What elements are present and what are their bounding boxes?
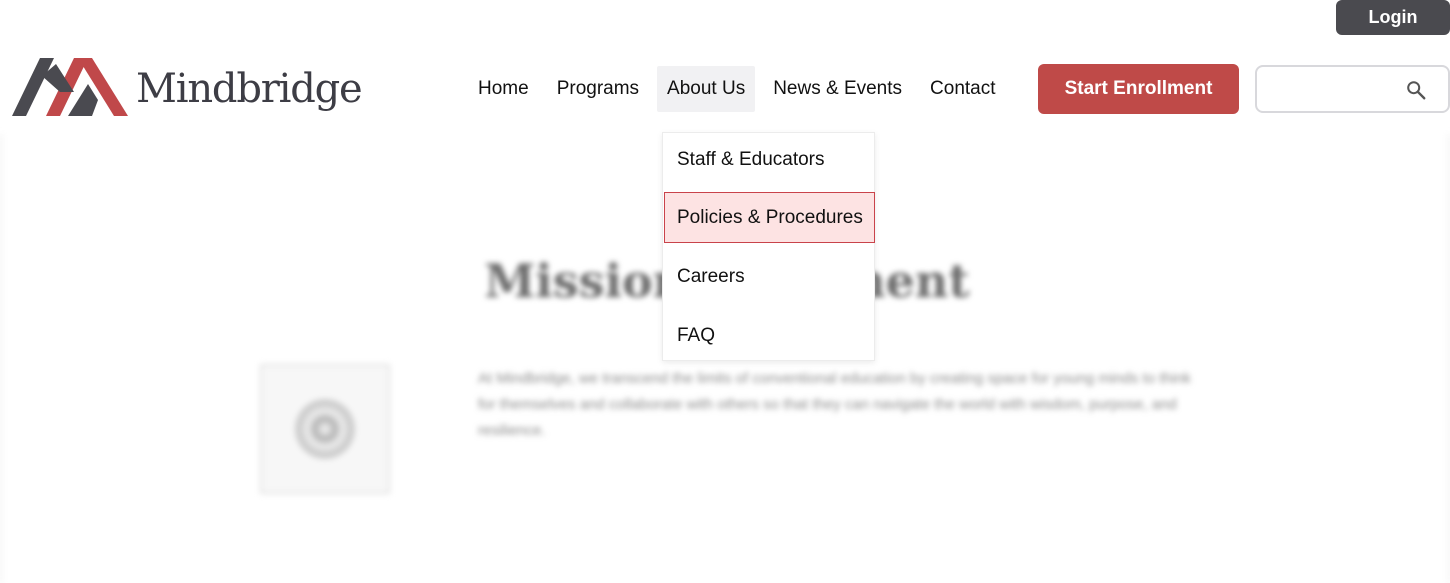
search-input[interactable] xyxy=(1267,75,1401,105)
search-box xyxy=(1255,65,1450,113)
target-icon xyxy=(295,399,355,459)
nav-item-home[interactable]: Home xyxy=(468,66,539,112)
dropdown-item-careers[interactable]: Careers xyxy=(664,251,875,302)
nav-item-programs[interactable]: Programs xyxy=(547,66,649,112)
site-header: Mindbridge Home Programs About Us News &… xyxy=(0,40,1450,134)
mission-text: At Mindbridge, we transcend the limits o… xyxy=(478,370,1191,439)
main-nav: Home Programs About Us News & Events Con… xyxy=(468,66,1014,112)
mission-image xyxy=(260,364,390,494)
nav-item-news-events[interactable]: News & Events xyxy=(763,66,912,112)
brand-logo[interactable]: Mindbridge xyxy=(12,56,363,118)
nav-item-contact[interactable]: Contact xyxy=(920,66,1005,112)
dropdown-item-policies-procedures[interactable]: Policies & Procedures xyxy=(664,192,875,243)
dropdown-item-staff-educators[interactable]: Staff & Educators xyxy=(664,134,875,185)
login-button[interactable]: Login xyxy=(1336,0,1450,35)
about-us-dropdown: Staff & Educators Policies & Procedures … xyxy=(662,132,875,361)
nav-item-about-us[interactable]: About Us xyxy=(657,66,756,112)
brand-name: Mindbridge xyxy=(136,66,363,112)
dropdown-item-faq[interactable]: FAQ xyxy=(664,310,875,361)
logo-mark-icon xyxy=(12,58,128,116)
start-enrollment-button[interactable]: Start Enrollment xyxy=(1038,64,1239,114)
search-icon[interactable] xyxy=(1405,79,1427,101)
